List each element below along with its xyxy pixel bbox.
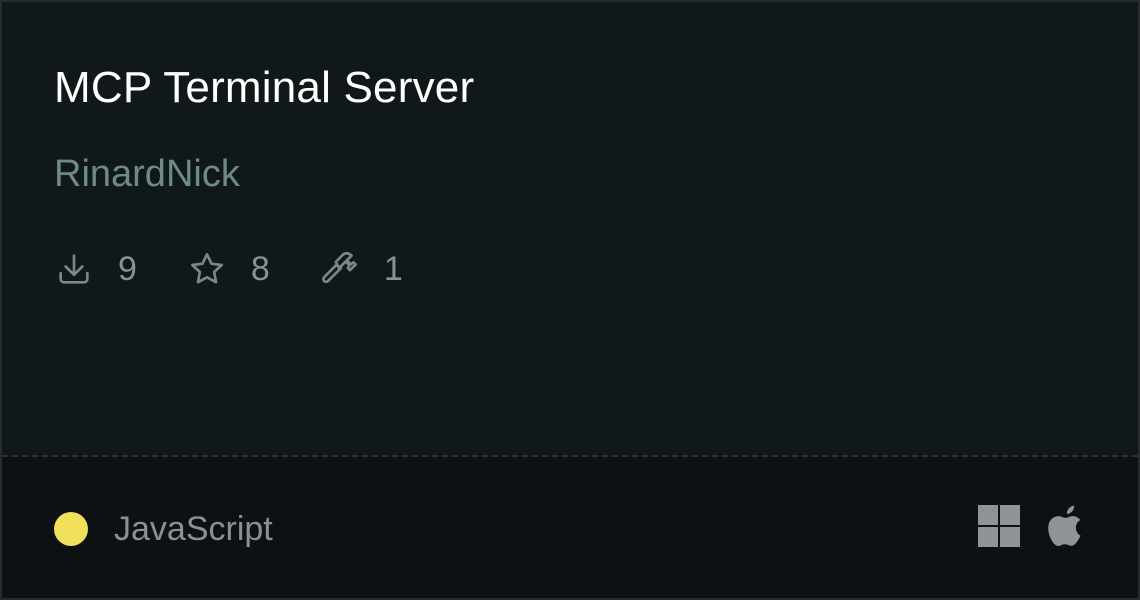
windows-icon [978, 505, 1048, 547]
stars-count: 8 [250, 250, 270, 288]
language-tag: JavaScript [54, 509, 273, 549]
star-icon [187, 249, 227, 289]
download-icon [54, 249, 94, 289]
card-header: MCP Terminal Server RinardNick 9 8 1 [2, 2, 1138, 455]
stars-stat: 8 [187, 249, 270, 289]
tools-count: 1 [383, 250, 403, 288]
downloads-stat: 9 [54, 249, 137, 289]
platform-icons [978, 503, 1086, 549]
card-footer: JavaScript [2, 457, 1138, 598]
downloads-count: 9 [118, 250, 137, 288]
language-name: JavaScript [114, 510, 273, 548]
language-color-dot [54, 512, 88, 546]
server-card[interactable]: MCP Terminal Server RinardNick 9 8 1 Jav… [0, 0, 1140, 600]
apple-icon [1048, 504, 1086, 548]
server-title[interactable]: MCP Terminal Server [54, 62, 474, 114]
stats-row: 9 8 1 [54, 246, 453, 292]
tools-stat: 1 [320, 249, 403, 289]
hammer-icon [320, 249, 360, 289]
author-name[interactable]: RinardNick [54, 152, 240, 196]
